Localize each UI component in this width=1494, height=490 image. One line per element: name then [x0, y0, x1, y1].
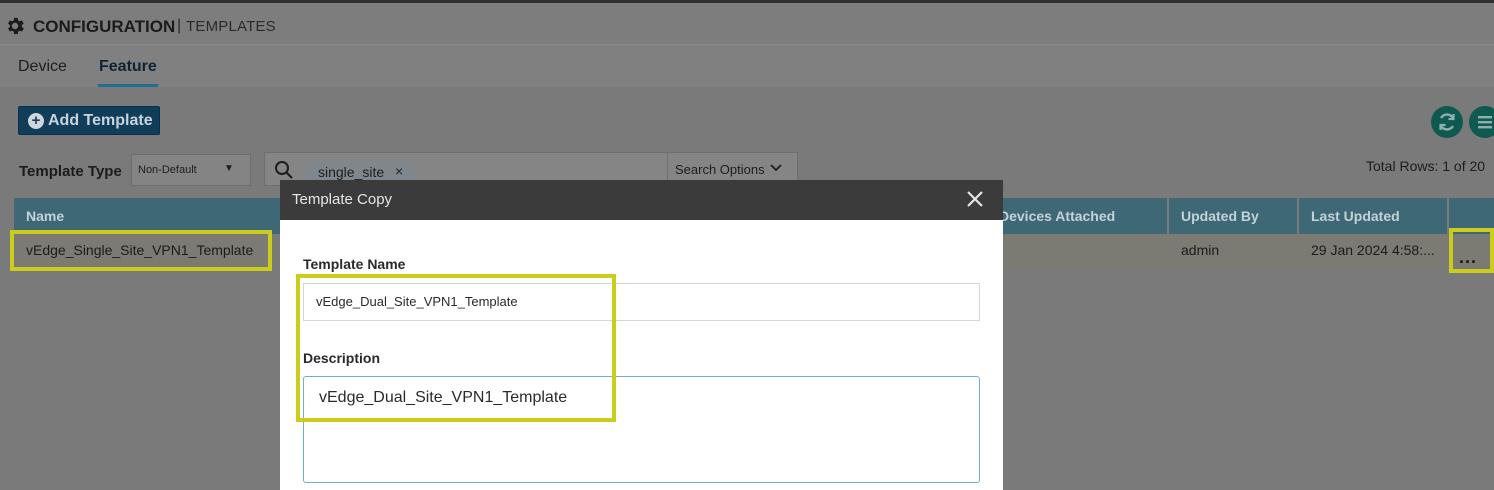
refresh-button[interactable]	[1431, 106, 1463, 138]
column-header-devices-attached[interactable]: Devices Attached	[999, 208, 1115, 224]
column-divider	[1167, 198, 1169, 234]
gear-icon	[8, 17, 24, 35]
highlight-box-row-actions	[1449, 228, 1494, 273]
search-icon	[275, 161, 293, 179]
highlight-box-row-name	[10, 230, 272, 271]
table-menu-button[interactable]	[1469, 106, 1494, 138]
chevron-down-icon	[770, 164, 782, 172]
column-header-name[interactable]: Name	[26, 208, 64, 224]
row-last-updated: 29 Jan 2024 4:58:...	[1311, 242, 1435, 258]
close-icon[interactable]	[965, 189, 985, 209]
column-header-last-updated[interactable]: Last Updated	[1311, 208, 1400, 224]
template-name-label: Template Name	[303, 256, 406, 272]
refresh-icon	[1439, 113, 1455, 131]
chip-remove-icon[interactable]: ×	[395, 163, 403, 179]
column-header-updated-by[interactable]: Updated By	[1181, 208, 1259, 224]
modal-title: Template Copy	[292, 191, 393, 208]
add-template-label: Add Template	[48, 112, 153, 129]
tab-bar: Device Feature	[0, 44, 1494, 88]
column-divider	[1297, 198, 1299, 234]
template-type-label: Template Type	[19, 163, 122, 180]
highlight-box-modal-fields	[296, 274, 616, 422]
tab-feature[interactable]: Feature	[99, 58, 157, 76]
template-type-select[interactable]: Non-Default ▼	[131, 154, 251, 186]
row-updated-by: admin	[1181, 242, 1220, 258]
add-template-button[interactable]: + Add Template	[18, 106, 160, 135]
search-chip-label: single_site	[318, 164, 385, 180]
modal-header: Template Copy	[280, 180, 1003, 220]
menu-icon	[1478, 116, 1492, 129]
page-subtitle: TEMPLATES	[186, 18, 276, 35]
tab-device[interactable]: Device	[18, 58, 67, 76]
plus-circle-icon: +	[28, 113, 44, 129]
caret-down-icon: ▼	[224, 163, 234, 174]
template-type-value: Non-Default	[138, 164, 197, 176]
title-separator: |	[177, 17, 182, 34]
page-header: CONFIGURATION | TEMPLATES	[0, 3, 1494, 44]
total-rows: Total Rows: 1 of 20	[1366, 158, 1486, 174]
page-title: CONFIGURATION	[33, 17, 176, 36]
search-options-button[interactable]: Search Options	[675, 162, 765, 177]
